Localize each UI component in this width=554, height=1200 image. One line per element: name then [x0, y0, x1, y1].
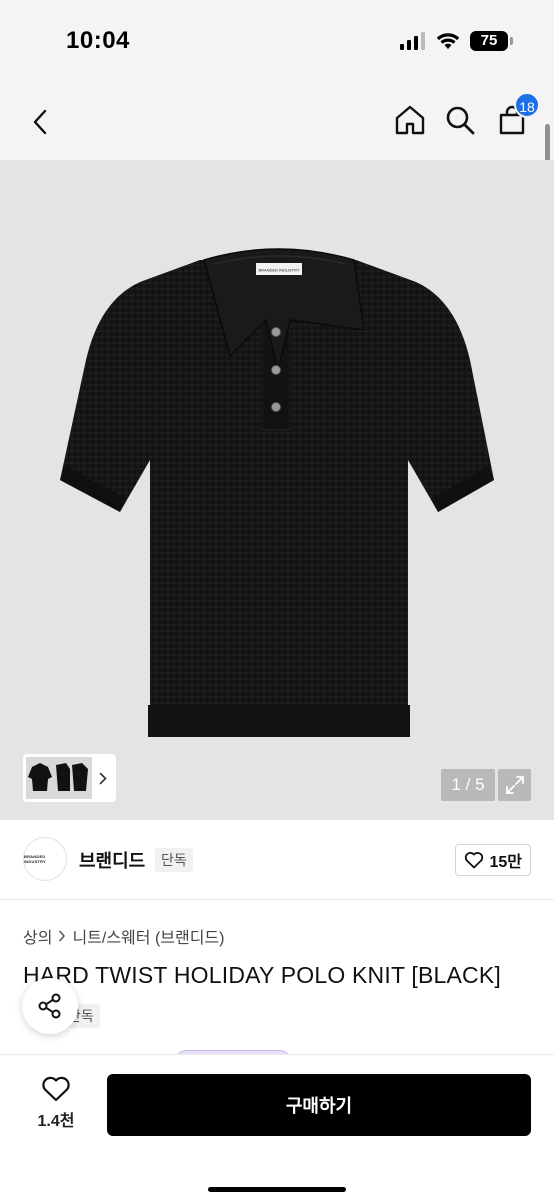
- brand-name[interactable]: 브랜디드: [79, 847, 145, 873]
- thumbnail-image: [26, 757, 92, 799]
- chevron-left-icon: [33, 109, 47, 135]
- status-icons: 75: [400, 31, 513, 51]
- home-icon: [395, 105, 425, 135]
- brand-exclusive-badge: 단독: [155, 848, 193, 872]
- signal-icon: [400, 32, 425, 50]
- home-button[interactable]: [388, 98, 432, 142]
- home-indicator: [208, 1187, 346, 1192]
- brand-row: BRANDED INDUSTRY 브랜디드 단독 15만: [0, 820, 554, 900]
- status-bar: 10:04 75: [0, 0, 554, 84]
- cart-count-badge: 18: [514, 92, 540, 118]
- product-image-gallery[interactable]: BRANDED INDUSTRY 1 / 5: [0, 160, 554, 820]
- expand-icon: [505, 776, 524, 794]
- buy-button[interactable]: 구매하기: [107, 1074, 531, 1136]
- chevron-right-icon: [99, 772, 107, 784]
- share-icon: [38, 993, 61, 1019]
- heart-icon: [465, 852, 484, 869]
- image-page-counter: 1 / 5: [441, 769, 495, 801]
- thumbnail-strip[interactable]: [23, 754, 116, 802]
- expand-image-button[interactable]: [498, 769, 531, 801]
- brand-logo[interactable]: BRANDED INDUSTRY: [23, 837, 67, 881]
- wishlist-count: 1.4천: [37, 1113, 75, 1130]
- share-button[interactable]: [22, 978, 78, 1034]
- thumbnail-next-arrow[interactable]: [92, 772, 113, 785]
- wishlist-button[interactable]: 1.4천: [22, 1075, 90, 1139]
- heart-icon: [42, 1076, 70, 1102]
- search-button[interactable]: [438, 98, 482, 142]
- search-icon: [446, 106, 475, 135]
- status-time: 10:04: [66, 27, 130, 54]
- cart-button[interactable]: 18: [490, 92, 540, 142]
- product-title: HARD TWIST HOLIDAY POLO KNIT [BLACK]: [23, 962, 501, 988]
- back-button[interactable]: [18, 100, 62, 144]
- breadcrumb: 상의 니트/스웨터 (브랜디드): [23, 924, 224, 948]
- breadcrumb-item[interactable]: 니트/스웨터 (브랜디드): [72, 924, 224, 948]
- shirt-label-text: BRANDED INDUSTRY: [258, 268, 299, 273]
- top-nav-bar: 18: [0, 84, 554, 160]
- brand-like-count: 15만: [489, 854, 522, 871]
- breadcrumb-item[interactable]: 상의: [23, 924, 52, 948]
- wifi-icon: [436, 33, 460, 49]
- battery-icon: 75: [470, 31, 513, 51]
- product-photo: BRANDED INDUSTRY: [60, 248, 494, 737]
- bottom-action-bar: 1.4천 구매하기: [0, 1054, 554, 1200]
- chevron-right-icon: [59, 930, 66, 942]
- brand-like-button[interactable]: 15만: [455, 844, 531, 876]
